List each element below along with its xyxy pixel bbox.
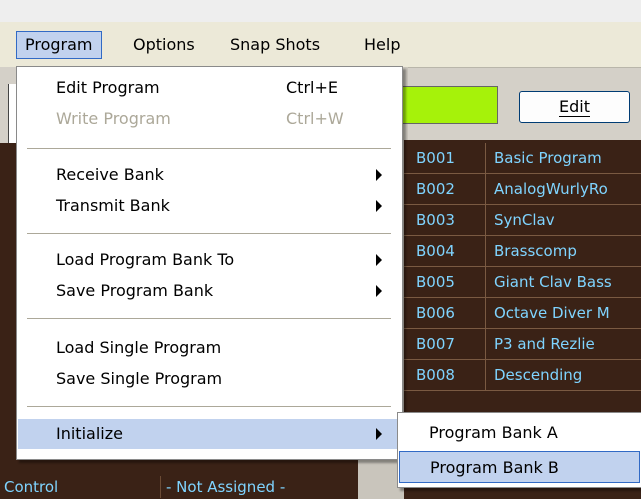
menu-item-label: Save Program Bank (56, 281, 214, 300)
program-name: SynClav (494, 211, 555, 229)
menu-item-shortcut: Ctrl+E (286, 78, 338, 97)
program-name: Octave Diver M (494, 304, 610, 322)
menu-item-label: Write Program (56, 109, 171, 128)
menu-item-initialize[interactable]: Initialize (18, 419, 401, 449)
status-indicator (400, 86, 498, 124)
menu-item-transmit-bank[interactable]: Transmit Bank (18, 191, 401, 221)
menu-program[interactable]: Program (16, 31, 102, 59)
menu-item-save-program-bank[interactable]: Save Program Bank (18, 276, 401, 306)
program-row[interactable]: B003 SynClav (404, 205, 641, 236)
submenu-item-label: Program Bank B (430, 458, 559, 477)
menu-item-load-program-bank-to[interactable]: Load Program Bank To (18, 245, 401, 275)
submenu-arrow-icon (376, 254, 382, 266)
program-number: B004 (404, 236, 486, 266)
menu-item-edit-program[interactable]: Edit Program Ctrl+E (18, 73, 401, 103)
program-name: Descending (494, 366, 583, 384)
menu-options[interactable]: Options (125, 32, 203, 58)
program-row[interactable]: B008 Descending (404, 360, 641, 391)
program-name: Basic Program (494, 149, 602, 167)
control-label: Control (4, 478, 59, 496)
menu-item-label: Receive Bank (56, 165, 164, 184)
edit-button[interactable]: Edit (519, 91, 630, 123)
program-row[interactable]: B002 AnalogWurlyRo (404, 174, 641, 205)
menu-item-receive-bank[interactable]: Receive Bank (18, 160, 401, 190)
program-row[interactable]: B007 P3 and Rezlie (404, 329, 641, 360)
program-row[interactable]: B001 Basic Program (404, 143, 641, 174)
menu-item-label: Edit Program (56, 78, 160, 97)
menu-item-label: Transmit Bank (56, 196, 170, 215)
submenu-item-label: Program Bank A (429, 423, 558, 442)
submenu-arrow-icon (376, 428, 382, 440)
initialize-submenu: Program Bank A Program Bank B (397, 412, 641, 488)
program-name: Giant Clav Bass (494, 273, 612, 291)
program-row[interactable]: B005 Giant Clav Bass (404, 267, 641, 298)
program-number: B001 (404, 143, 486, 173)
menu-separator (27, 406, 391, 407)
program-row[interactable]: B006 Octave Diver M (404, 298, 641, 329)
control-divider (160, 476, 161, 498)
program-name: P3 and Rezlie (494, 335, 595, 353)
program-number: B008 (404, 360, 486, 390)
menubar: Program Options Snap Shots Help (0, 22, 641, 68)
submenu-arrow-icon (376, 200, 382, 212)
menu-help[interactable]: Help (356, 32, 408, 58)
control-value[interactable]: - Not Assigned - (166, 476, 285, 498)
menu-separator (27, 318, 391, 319)
menu-separator (27, 233, 391, 234)
submenu-item-program-bank-b[interactable]: Program Bank B (399, 451, 640, 483)
menu-item-load-single-program[interactable]: Load Single Program (18, 333, 401, 363)
menu-item-shortcut: Ctrl+W (286, 109, 344, 128)
menu-item-label: Load Program Bank To (56, 250, 235, 269)
program-number: B007 (404, 329, 486, 359)
menu-snap-shots[interactable]: Snap Shots (222, 32, 328, 58)
submenu-item-program-bank-a[interactable]: Program Bank A (399, 417, 640, 449)
menu-item-label: Load Single Program (56, 338, 222, 357)
submenu-arrow-icon (376, 169, 382, 181)
edit-button-label: Edit (559, 97, 590, 117)
program-number: B005 (404, 267, 486, 297)
window-top-strip (0, 0, 641, 22)
menu-item-label: Save Single Program (56, 369, 223, 388)
program-name: AnalogWurlyRo (494, 180, 608, 198)
program-number: B006 (404, 298, 486, 328)
program-menu: Edit Program Ctrl+E Write Program Ctrl+W… (16, 66, 403, 460)
program-number: B002 (404, 174, 486, 204)
menu-item-save-single-program[interactable]: Save Single Program (18, 364, 401, 394)
menu-item-write-program: Write Program Ctrl+W (18, 104, 401, 134)
submenu-arrow-icon (376, 285, 382, 297)
menu-item-label: Initialize (56, 424, 123, 443)
program-number: B003 (404, 205, 486, 235)
menu-separator (27, 148, 391, 149)
program-row[interactable]: B004 Brasscomp (404, 236, 641, 267)
program-name: Brasscomp (494, 242, 577, 260)
